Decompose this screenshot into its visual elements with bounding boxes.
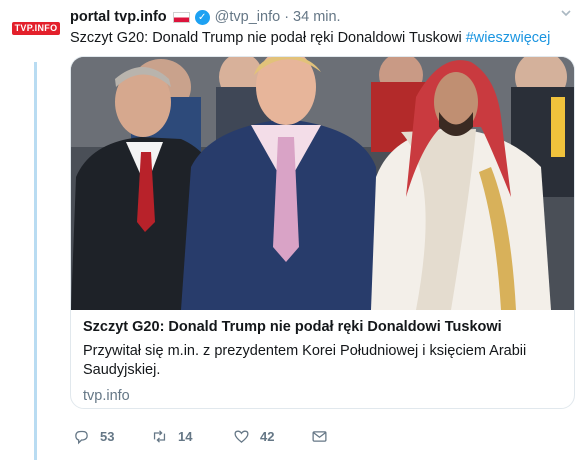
- retweet-button[interactable]: 14: [151, 428, 192, 445]
- tweet-text-body: Szczyt G20: Donald Trump nie podał ręki …: [70, 30, 462, 46]
- reply-icon: [75, 430, 88, 445]
- like-button[interactable]: 42: [233, 428, 274, 445]
- card-description: Przywitał się m.in. z prezydentem Korei …: [83, 343, 527, 378]
- verified-badge-icon: ✓: [194, 9, 210, 25]
- poland-flag-icon: [172, 11, 190, 23]
- user-handle[interactable]: @tvp_info: [215, 9, 281, 25]
- thread-line: [34, 62, 37, 460]
- separator-dot: ·: [284, 9, 290, 25]
- timestamp[interactable]: 34 min.: [293, 9, 341, 25]
- card-domain[interactable]: tvp.info: [83, 388, 562, 404]
- tweet[interactable]: TVP.INFO portal tvp.info ✓ @tvp_info · 3…: [0, 0, 580, 460]
- display-name[interactable]: portal tvp.info: [70, 9, 167, 25]
- retweet-icon: [153, 430, 166, 443]
- avatar[interactable]: TVP.INFO: [12, 22, 60, 35]
- retweet-count: 14: [178, 429, 193, 444]
- card-title[interactable]: Szczyt G20: Donald Trump nie podał ręki …: [83, 319, 562, 335]
- dm-icon: [312, 431, 327, 442]
- card-image[interactable]: [71, 57, 574, 310]
- tweet-header: portal tvp.info ✓ @tvp_info · 34 min.: [70, 7, 341, 27]
- link-card[interactable]: Szczyt G20: Donald Trump nie podał ręki …: [70, 56, 575, 409]
- direct-message-button[interactable]: [311, 428, 338, 445]
- caret-down-icon[interactable]: [558, 7, 574, 23]
- tweet-actions: 53 14 42: [73, 428, 343, 448]
- like-icon: [234, 430, 249, 443]
- tweet-text: Szczyt G20: Donald Trump nie podał ręki …: [70, 30, 550, 46]
- card-body: Szczyt G20: Donald Trump nie podał ręki …: [83, 319, 562, 404]
- reply-button[interactable]: 53: [73, 428, 114, 445]
- hashtag-link[interactable]: #wieszwięcej: [466, 30, 551, 46]
- reply-count: 53: [100, 429, 115, 444]
- like-count: 42: [260, 429, 275, 444]
